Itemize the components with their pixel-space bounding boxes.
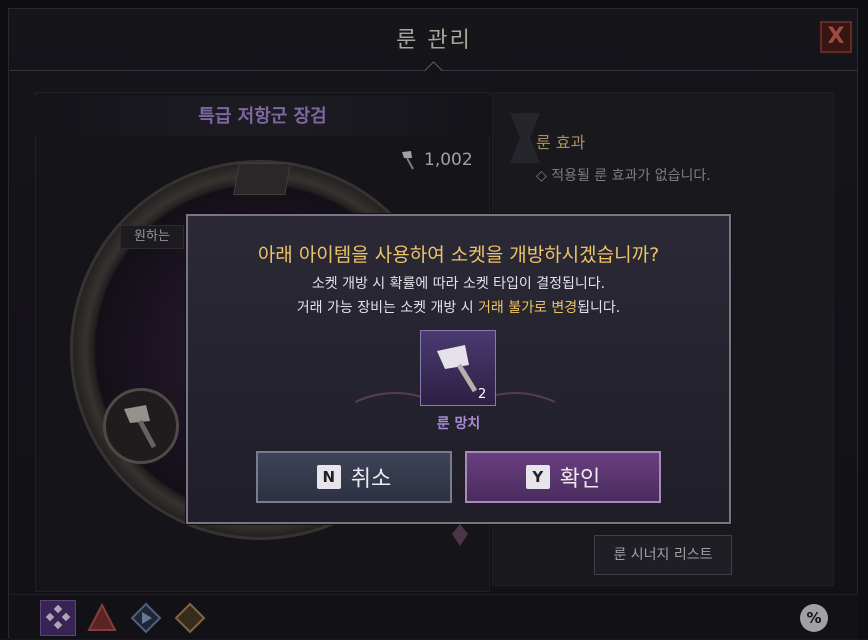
cancel-hotkey: N <box>316 465 341 489</box>
dialog-title: 아래 아이템을 사용하여 소켓을 개방하시겠습니까? <box>257 244 660 266</box>
cancel-label: 취소 <box>350 467 392 492</box>
dialog-message-line1: 소켓 개방 시 확률에 따라 소켓 타입이 결정됩니다. <box>311 276 606 292</box>
confirm-label: 확인 <box>559 467 601 492</box>
dialog-message-line2: 거래 가능 장비는 소켓 개방 시 거래 불가로 변경됩니다. <box>186 297 731 317</box>
dialog-line2-prefix: 거래 가능 장비는 소켓 개방 시 <box>296 300 479 316</box>
dialog-line2-highlight: 거래 불가로 변경 <box>478 300 578 316</box>
item-count: 2 <box>478 387 487 402</box>
cancel-button[interactable]: N 취소 <box>256 451 452 503</box>
item-label: 룬 망치 <box>436 416 481 432</box>
confirm-hotkey: Y <box>525 465 550 489</box>
dialog-bottom-ornament <box>452 524 468 546</box>
dialog-line2-suffix: 됩니다. <box>577 300 621 316</box>
confirm-button[interactable]: Y 확인 <box>465 451 661 503</box>
